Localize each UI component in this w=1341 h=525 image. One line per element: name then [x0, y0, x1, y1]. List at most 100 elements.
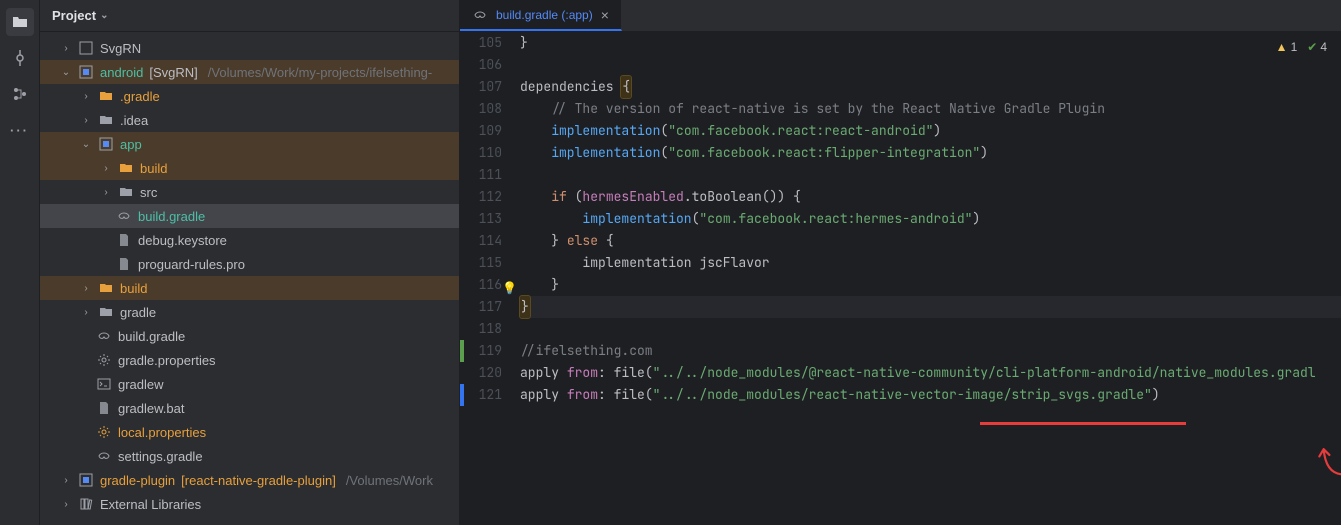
line-number: 110: [460, 142, 502, 164]
close-tab-button[interactable]: ×: [601, 7, 609, 23]
tree-item-gradle-dir[interactable]: › .gradle: [40, 84, 459, 108]
annotation-underline: [980, 422, 1186, 425]
project-panel: Project ⌄ › SvgRN ⌄ android [SvgRN] /Vol…: [40, 0, 460, 525]
tree-item-build-gradle-app[interactable]: build.gradle: [40, 204, 459, 228]
chevron-right-icon: ›: [60, 499, 72, 510]
folder-icon: [98, 304, 114, 320]
folder-icon: [98, 280, 114, 296]
line-number: 116: [460, 274, 502, 296]
tree-label: External Libraries: [100, 497, 201, 512]
line-number: 108: [460, 98, 502, 120]
chevron-right-icon: ›: [100, 163, 112, 174]
folder-icon: [98, 112, 114, 128]
tree-label: .idea: [120, 113, 148, 128]
chevron-down-icon: ⌄: [100, 10, 108, 21]
line-number: 121: [460, 384, 502, 406]
structure-icon: [12, 86, 28, 102]
tree-path: /Volumes/Work: [346, 473, 433, 488]
tree-label: build: [140, 161, 167, 176]
code-content[interactable]: } dependencies { // The version of react…: [520, 32, 1341, 525]
tree-item-gradle2[interactable]: › gradle: [40, 300, 459, 324]
chevron-right-icon: ›: [80, 115, 92, 126]
gradle-file-icon: [472, 7, 488, 23]
tree-label: proguard-rules.pro: [138, 257, 245, 272]
tree-context: [react-native-gradle-plugin]: [181, 473, 336, 488]
chevron-right-icon: ›: [80, 91, 92, 102]
more-tools-button[interactable]: ···: [6, 116, 34, 144]
tab-label: build.gradle (:app): [496, 8, 593, 22]
tree-item-gradle-plugin[interactable]: › gradle-plugin [react-native-gradle-plu…: [40, 468, 459, 492]
tree-label: gradlew: [118, 377, 164, 392]
tree-item-proguard[interactable]: proguard-rules.pro: [40, 252, 459, 276]
tree-label: settings.gradle: [118, 449, 203, 464]
editor-tab-build-gradle[interactable]: build.gradle (:app) ×: [460, 0, 622, 31]
tree-item-build2[interactable]: › build: [40, 276, 459, 300]
tree-label: android: [100, 65, 143, 80]
tree-item-idea-dir[interactable]: › .idea: [40, 108, 459, 132]
file-icon: [116, 232, 132, 248]
tree-label: gradlew.bat: [118, 401, 185, 416]
tree-item-gradle-props[interactable]: gradle.properties: [40, 348, 459, 372]
tree-item-build-gradle-root[interactable]: build.gradle: [40, 324, 459, 348]
gradle-file-icon: [116, 208, 132, 224]
tree-label: gradle.properties: [118, 353, 216, 368]
tree-label: build.gradle: [118, 329, 185, 344]
tree-label: local.properties: [118, 425, 206, 440]
tree-item-external-libraries[interactable]: › External Libraries: [40, 492, 459, 516]
project-tree[interactable]: › SvgRN ⌄ android [SvgRN] /Volumes/Work/…: [40, 32, 459, 525]
editor-tabbar: build.gradle (:app) ×: [460, 0, 1341, 32]
library-icon: [78, 496, 94, 512]
folder-icon: [118, 184, 134, 200]
line-number: 106: [460, 54, 502, 76]
line-number: 120: [460, 362, 502, 384]
tree-item-debug-keystore[interactable]: debug.keystore: [40, 228, 459, 252]
file-icon: [96, 400, 112, 416]
chevron-right-icon: ›: [60, 475, 72, 486]
tree-label: src: [140, 185, 157, 200]
line-number: 114: [460, 230, 502, 252]
folder-icon: [98, 88, 114, 104]
module-icon: [78, 472, 94, 488]
line-number: 111: [460, 164, 502, 186]
tree-label: .gradle: [120, 89, 160, 104]
tree-item-settings-gradle[interactable]: settings.gradle: [40, 444, 459, 468]
line-number: 105: [460, 32, 502, 54]
gear-icon: [96, 352, 112, 368]
commit-icon: [12, 50, 28, 66]
commit-tool-button[interactable]: [6, 44, 34, 72]
chevron-right-icon: ›: [60, 43, 72, 54]
tree-item-build[interactable]: › build: [40, 156, 459, 180]
tree-item-local-props[interactable]: local.properties: [40, 420, 459, 444]
folder-icon: [118, 160, 134, 176]
tree-label: build.gradle: [138, 209, 205, 224]
tree-item-gradlew-bat[interactable]: gradlew.bat: [40, 396, 459, 420]
chevron-right-icon: ›: [80, 283, 92, 294]
gear-icon: [96, 424, 112, 440]
line-number: 118: [460, 318, 502, 340]
module-icon: [78, 40, 94, 56]
chevron-right-icon: ›: [80, 307, 92, 318]
panel-title: Project: [52, 8, 96, 23]
gradle-file-icon: [96, 328, 112, 344]
line-number: 117: [460, 296, 502, 318]
chevron-down-icon: ⌄: [80, 139, 92, 150]
project-panel-header[interactable]: Project ⌄: [40, 0, 459, 32]
tree-label: gradle: [120, 305, 156, 320]
line-number: 115: [460, 252, 502, 274]
project-tool-button[interactable]: [6, 8, 34, 36]
tree-label: app: [120, 137, 142, 152]
code-editor[interactable]: 105 106 107 108 109 110 111 112 113 114 …: [460, 32, 1341, 525]
intention-bulb-icon[interactable]: 💡: [502, 277, 517, 299]
tree-label: build: [120, 281, 147, 296]
tree-item-gradlew[interactable]: gradlew: [40, 372, 459, 396]
tree-item-app[interactable]: ⌄ app: [40, 132, 459, 156]
tree-label: SvgRN: [100, 41, 141, 56]
file-icon: [116, 256, 132, 272]
tree-item-src[interactable]: › src: [40, 180, 459, 204]
tree-item-svgrn[interactable]: › SvgRN: [40, 36, 459, 60]
module-icon: [78, 64, 94, 80]
tree-item-android[interactable]: ⌄ android [SvgRN] /Volumes/Work/my-proje…: [40, 60, 459, 84]
line-number: 109: [460, 120, 502, 142]
line-number: 113: [460, 208, 502, 230]
structure-tool-button[interactable]: [6, 80, 34, 108]
